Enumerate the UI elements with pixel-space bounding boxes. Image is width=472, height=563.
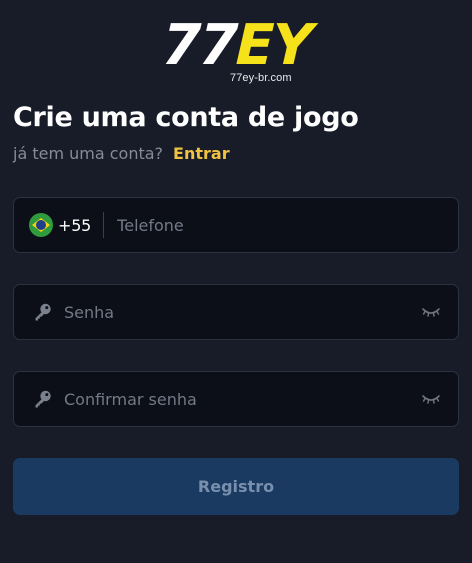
password-input[interactable] (64, 285, 413, 339)
country-code[interactable]: +55 (58, 216, 91, 235)
site-logo[interactable]: 77EY 77ey-br.com (0, 13, 472, 84)
login-prompt: já tem uma conta? Entrar (13, 143, 230, 165)
key-icon (35, 303, 51, 321)
field-divider (103, 212, 105, 238)
brazil-flag-icon[interactable] (29, 213, 53, 237)
login-link[interactable]: Entrar (173, 144, 230, 163)
login-prompt-text: já tem uma conta? (13, 144, 164, 163)
register-button[interactable]: Registro (13, 458, 459, 515)
logo-number: 77 (160, 13, 237, 78)
logo-wordmark: 77EY (161, 13, 312, 78)
phone-input[interactable] (117, 198, 458, 252)
page-title: Crie uma conta de jogo (13, 102, 359, 133)
logo-domain: 77ey-br.com (230, 72, 292, 84)
registration-page: 77EY 77ey-br.com Crie uma conta de jogo … (0, 0, 472, 563)
key-icon (35, 390, 51, 408)
eye-closed-icon[interactable] (421, 305, 441, 319)
phone-field[interactable]: +55 (13, 197, 459, 253)
password-field[interactable] (13, 284, 459, 340)
logo-letters: EY (234, 13, 312, 78)
eye-closed-icon[interactable] (421, 392, 441, 406)
confirm-password-input[interactable] (64, 372, 413, 426)
confirm-password-field[interactable] (13, 371, 459, 427)
